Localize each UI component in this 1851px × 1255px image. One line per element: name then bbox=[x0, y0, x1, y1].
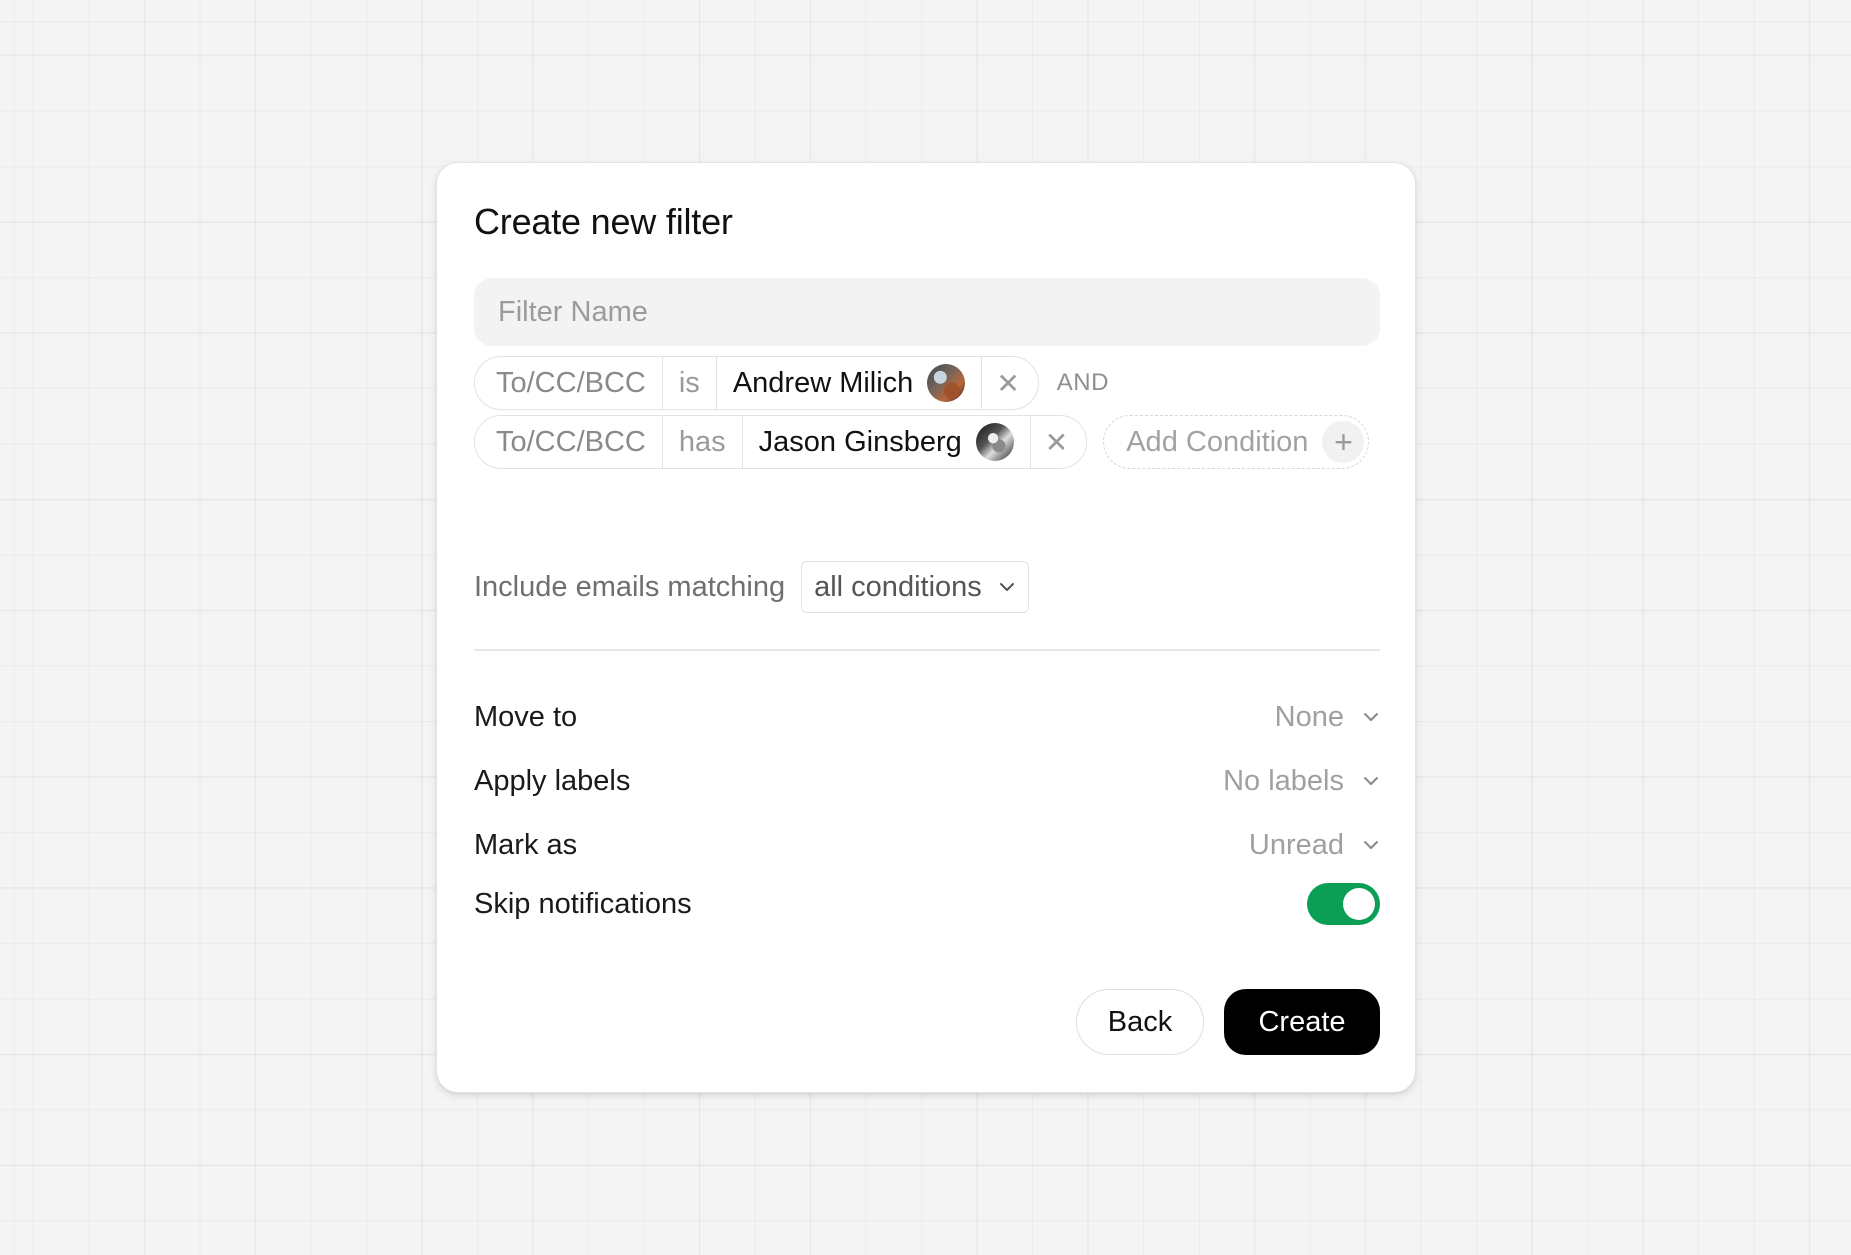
condition-value[interactable]: Andrew Milich bbox=[715, 357, 982, 409]
condition-field[interactable]: To/CC/BCC bbox=[475, 416, 662, 468]
option-label: Skip notifications bbox=[474, 887, 692, 920]
chevron-down-icon bbox=[999, 583, 1014, 591]
condition-pill: To/CC/BCC is Andrew Milich ✕ bbox=[474, 356, 1039, 410]
remove-condition-button[interactable]: ✕ bbox=[981, 357, 1037, 409]
match-select-value: all conditions bbox=[814, 570, 982, 603]
option-value: Unread bbox=[1248, 828, 1344, 861]
option-value: None bbox=[1274, 700, 1344, 733]
create-filter-dialog: Create new filter To/CC/BCC is Andrew Mi… bbox=[436, 162, 1416, 1093]
remove-condition-button[interactable]: ✕ bbox=[1029, 416, 1086, 468]
match-row: Include emails matching all conditions bbox=[474, 561, 1029, 613]
option-label: Apply labels bbox=[474, 764, 631, 797]
close-icon: ✕ bbox=[996, 367, 1020, 399]
condition-value[interactable]: Jason Ginsberg bbox=[741, 416, 1030, 468]
option-row-move-to: Move to None bbox=[474, 692, 1380, 742]
match-label: Include emails matching bbox=[474, 570, 786, 603]
option-value: No labels bbox=[1223, 764, 1344, 797]
option-label: Move to bbox=[474, 700, 578, 733]
option-row-apply-labels: Apply labels No labels bbox=[474, 756, 1380, 806]
chevron-down-icon bbox=[1364, 713, 1378, 721]
filter-name-input[interactable] bbox=[474, 278, 1380, 346]
dialog-title: Create new filter bbox=[474, 201, 733, 242]
condition-value-label: Andrew Milich bbox=[732, 366, 914, 399]
avatar-photo-icon bbox=[975, 423, 1014, 461]
condition-operator[interactable]: is bbox=[661, 357, 716, 409]
plus-icon: + bbox=[1322, 421, 1365, 463]
chevron-down-icon bbox=[1364, 777, 1378, 785]
avatar-photo-icon bbox=[927, 364, 966, 402]
condition-row: To/CC/BCC has Jason Ginsberg ✕ Add Condi… bbox=[474, 415, 1370, 469]
option-label: Mark as bbox=[474, 828, 578, 861]
back-button[interactable]: Back bbox=[1076, 989, 1204, 1055]
divider bbox=[474, 649, 1380, 651]
condition-value-label: Jason Ginsberg bbox=[758, 425, 962, 458]
conjunction-label: AND bbox=[1056, 369, 1109, 396]
close-icon: ✕ bbox=[1044, 426, 1069, 458]
chevron-down-icon bbox=[1364, 841, 1378, 849]
match-select[interactable]: all conditions bbox=[801, 561, 1029, 613]
skip-notifications-toggle[interactable] bbox=[1307, 883, 1380, 925]
condition-pill: To/CC/BCC has Jason Ginsberg ✕ bbox=[474, 415, 1088, 469]
condition-field[interactable]: To/CC/BCC bbox=[475, 357, 662, 409]
condition-operator[interactable]: has bbox=[661, 416, 742, 468]
toggle-knob bbox=[1343, 888, 1375, 920]
mark-as-select[interactable]: Unread bbox=[1249, 829, 1380, 862]
condition-row: To/CC/BCC is Andrew Milich ✕ AND bbox=[474, 356, 1109, 410]
option-row-skip-notifications: Skip notifications bbox=[474, 879, 1380, 929]
add-condition-button[interactable]: Add Condition + bbox=[1103, 415, 1370, 469]
create-button[interactable]: Create bbox=[1224, 989, 1380, 1055]
add-condition-label: Add Condition bbox=[1126, 425, 1309, 458]
apply-labels-select[interactable]: No labels bbox=[1223, 765, 1380, 798]
option-row-mark-as: Mark as Unread bbox=[474, 820, 1380, 870]
move-to-select[interactable]: None bbox=[1275, 701, 1380, 734]
